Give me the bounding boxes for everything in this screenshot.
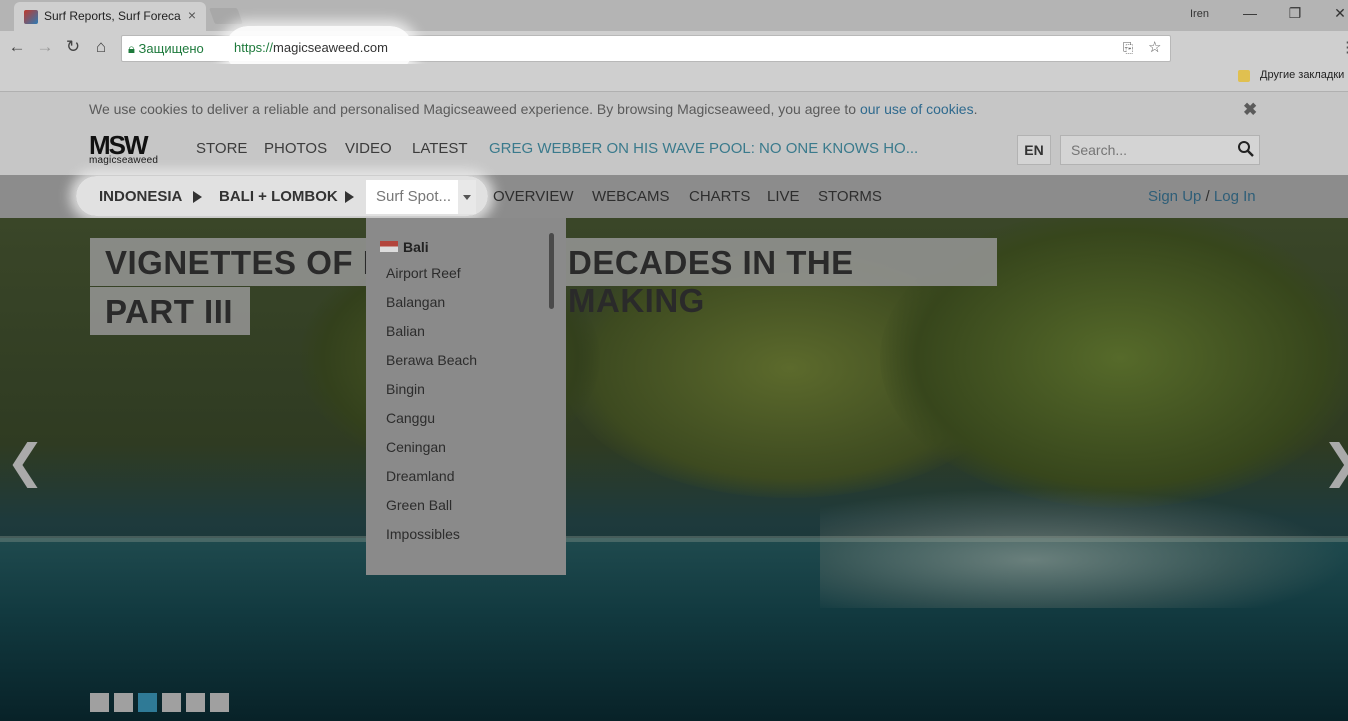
nav-store[interactable]: STORE	[196, 140, 247, 157]
spot-option[interactable]: Canggu	[386, 410, 435, 426]
url-host: magicseaweed.com	[273, 40, 388, 55]
spot-option[interactable]: Airport Reef	[386, 265, 461, 281]
hero-title-end: DECADES IN THE MAKING	[568, 244, 854, 319]
carousel-dot-active[interactable]	[138, 693, 157, 712]
cookie-text: We use cookies to deliver a reliable and…	[89, 101, 860, 117]
caret-down-icon	[463, 195, 471, 200]
spot-option[interactable]: Ceningan	[386, 439, 446, 455]
breadcrumb-bali-lombok[interactable]: BALI + LOMBOK	[219, 188, 338, 205]
wave-lip	[0, 536, 1348, 542]
carousel-dot[interactable]	[162, 693, 181, 712]
hero-title-start: VIGNETTES OF I	[105, 244, 373, 281]
carousel-next-icon[interactable]: ❯	[1322, 434, 1348, 488]
cookie-close-icon[interactable]: ✖	[1243, 100, 1257, 120]
other-bookmarks[interactable]: Другие закладки	[1260, 69, 1344, 81]
hero-title-line-2[interactable]: PART III	[90, 287, 250, 335]
secure-indicator[interactable]: 🔒︎ Защищено	[128, 41, 204, 57]
language-selector[interactable]: EN	[1017, 135, 1051, 165]
site-logo[interactable]: MSW magicseaweed	[89, 130, 175, 166]
carousel-prev-icon[interactable]: ❮	[6, 434, 45, 488]
spot-option[interactable]: Balangan	[386, 294, 445, 310]
reload-icon[interactable]: ↻	[62, 37, 84, 57]
carousel-dot[interactable]	[114, 693, 133, 712]
breadcrumb-arrow-icon	[345, 191, 354, 203]
tab-webcams[interactable]: WEBCAMS	[592, 188, 670, 205]
logo-wordmark: magicseaweed	[89, 155, 159, 166]
back-icon[interactable]: ←	[6, 37, 28, 57]
tab-live[interactable]: LIVE	[767, 188, 800, 205]
carousel-dot[interactable]	[90, 693, 109, 712]
surf-spot-select-label: Surf Spot...	[376, 188, 452, 205]
carousel-dot[interactable]	[186, 693, 205, 712]
tab-title: Surf Reports, Surf Foreca	[44, 9, 181, 23]
search-box[interactable]	[1060, 135, 1260, 165]
browser-tab[interactable]: Surf Reports, Surf Foreca ×	[14, 2, 206, 31]
home-icon[interactable]: ⌂	[90, 37, 112, 57]
nav-photos[interactable]: PHOTOS	[264, 140, 327, 157]
featured-headline-link[interactable]: GREG WEBBER ON HIS WAVE POOL: NO ONE KNO…	[489, 140, 918, 157]
breadcrumb-indonesia[interactable]: INDONESIA	[99, 188, 182, 205]
breadcrumb-arrow-icon	[193, 191, 202, 203]
bookmark-star-icon[interactable]: ☆	[1148, 38, 1161, 56]
lock-icon: 🔒︎	[128, 41, 135, 56]
search-input[interactable]	[1069, 141, 1233, 159]
new-tab-button[interactable]	[209, 8, 243, 24]
auth-links: Sign Up / Log In	[1148, 188, 1256, 205]
auth-separator: /	[1205, 188, 1210, 205]
dropdown-group-label: Bali	[403, 239, 429, 255]
sign-up-link[interactable]: Sign Up	[1148, 188, 1201, 205]
url-scheme: https://	[234, 40, 274, 55]
cookie-message: We use cookies to deliver a reliable and…	[89, 101, 977, 117]
tab-close-icon[interactable]: ×	[188, 7, 196, 23]
log-in-link[interactable]: Log In	[1214, 188, 1256, 205]
spot-option[interactable]: Green Ball	[386, 497, 452, 513]
minimize-icon[interactable]: —	[1240, 5, 1260, 21]
spot-option[interactable]: Impossibles	[386, 526, 460, 542]
forward-icon[interactable]: →	[34, 37, 56, 57]
secure-label: Защищено	[138, 41, 204, 56]
browser-menu-icon[interactable]: ⋮	[1340, 38, 1348, 56]
folder-icon	[1238, 70, 1250, 82]
spot-option[interactable]: Berawa Beach	[386, 352, 477, 368]
tab-overview[interactable]: OVERVIEW	[493, 188, 574, 205]
carousel-dot[interactable]	[210, 693, 229, 712]
search-icon[interactable]	[1237, 140, 1255, 158]
nav-video[interactable]: VIDEO	[345, 140, 392, 157]
wave-spray	[820, 488, 1348, 608]
spot-option[interactable]: Balian	[386, 323, 425, 339]
window-close-icon[interactable]: ✕	[1330, 5, 1348, 22]
translate-icon[interactable]: ⎘	[1123, 40, 1133, 56]
cookie-policy-link[interactable]: our use of cookies	[860, 101, 974, 117]
profile-name[interactable]: Iren	[1190, 8, 1209, 20]
spot-option[interactable]: Dreamland	[386, 468, 454, 484]
bookmarks-bar	[0, 64, 1348, 92]
dropdown-scrollbar[interactable]	[549, 233, 554, 309]
maximize-icon[interactable]: ❐	[1285, 5, 1305, 22]
site-favicon-icon	[24, 10, 38, 24]
logo-mark: MSW	[89, 130, 149, 160]
nav-latest[interactable]: LATEST	[412, 140, 468, 157]
hero-title-part: PART III	[105, 293, 234, 330]
indonesia-flag-icon	[380, 241, 398, 252]
spot-option[interactable]: Bingin	[386, 381, 425, 397]
tab-storms[interactable]: STORMS	[818, 188, 882, 205]
tab-charts[interactable]: CHARTS	[689, 188, 750, 205]
cookie-suffix: .	[973, 101, 978, 117]
url-text[interactable]: https://magicseaweed.com	[234, 40, 388, 55]
